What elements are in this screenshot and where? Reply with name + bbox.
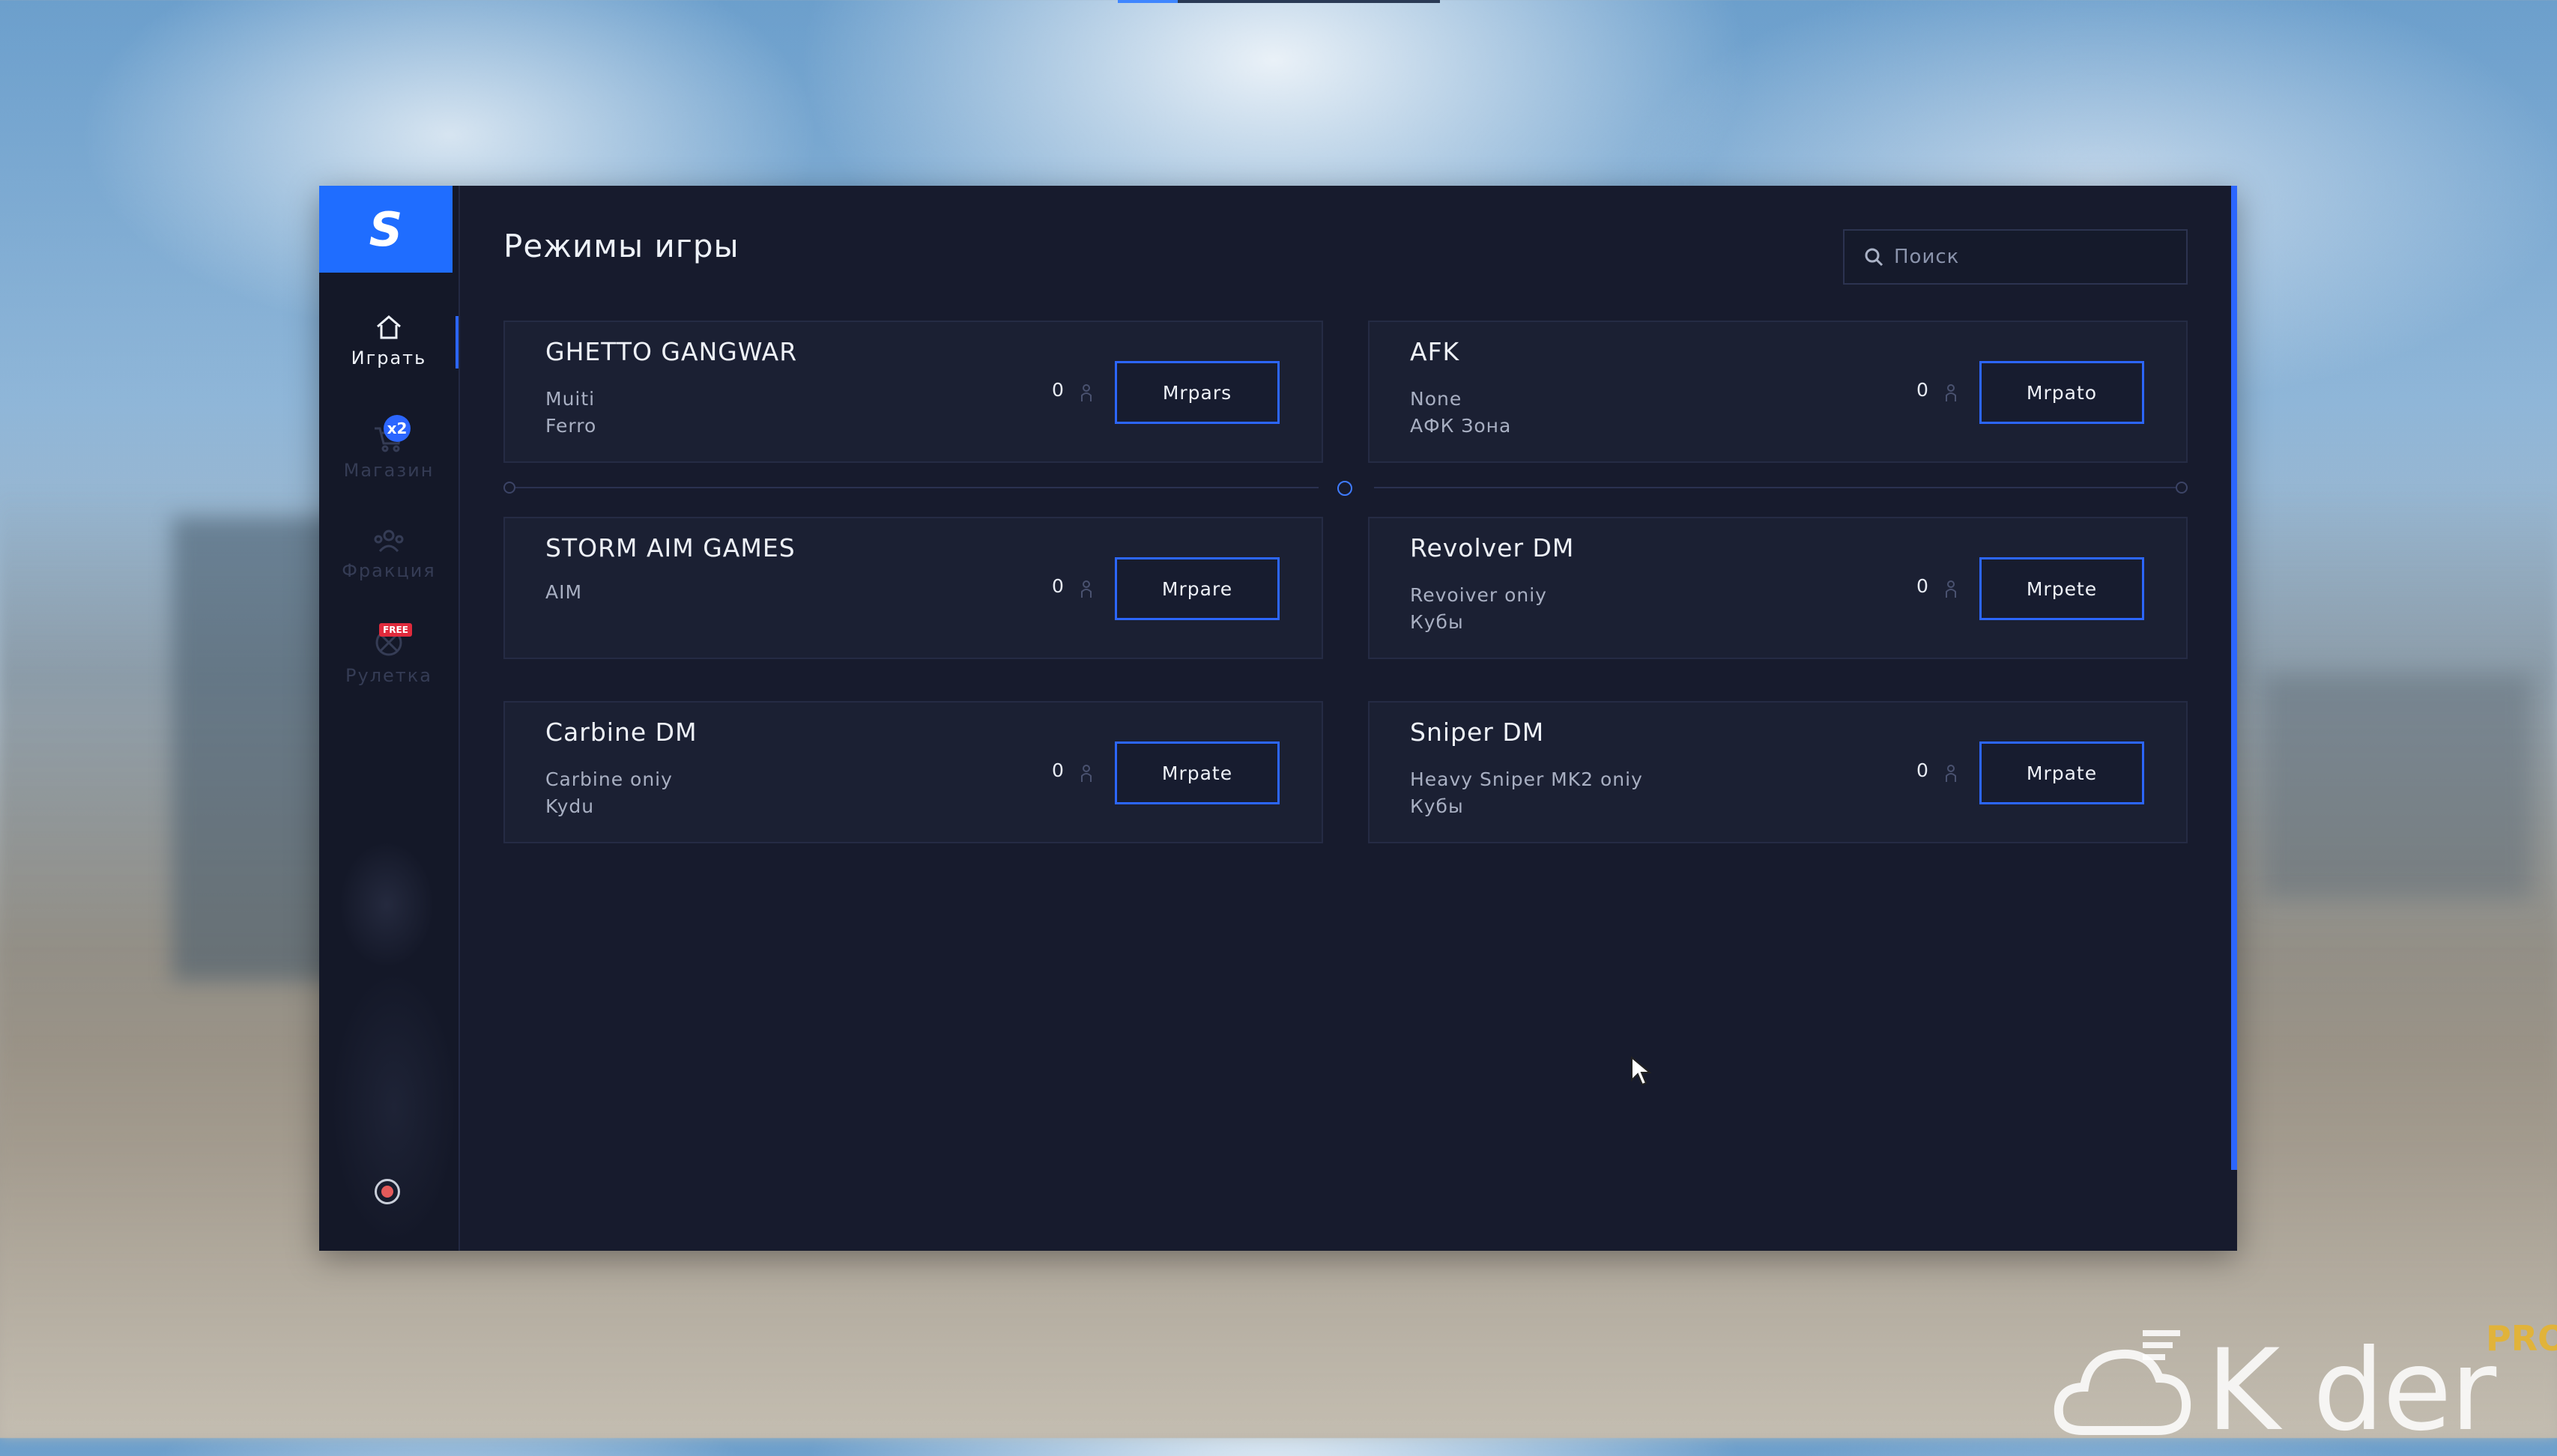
player-count: 0 [1916,759,1928,781]
page-title: Режимы игры [503,228,739,264]
mode-name: GHETTO GANGWAR [545,337,798,366]
sidebar-item-faction[interactable]: Фракция [319,529,459,581]
logo[interactable]: S [319,186,453,273]
mode-name: STORM AIM GAMES [545,533,796,562]
play-button[interactable]: Mrpato [1979,361,2144,424]
search-icon [1865,248,1883,267]
play-button[interactable]: Mrpate [1115,741,1280,804]
mouse-cursor-icon [1631,1056,1651,1086]
search-box[interactable] [1843,229,2188,285]
player-icon [1946,765,1956,782]
mode-name: Carbine DM [545,718,697,747]
mode-weapons: None [1410,388,1462,410]
player-icon [1946,384,1956,401]
scrollbar[interactable] [2231,186,2237,1170]
player-count: 0 [1052,575,1064,597]
mode-name: Sniper DM [1410,718,1545,747]
player-icon [1946,580,1956,598]
player-icon [1081,384,1092,401]
mode-map: Кубы [1410,611,1464,633]
mode-weapons: Revoiver oniy [1410,584,1547,606]
game-modes-window: S Играть x2 Магазин Фракция FREE Рулетка… [319,186,2237,1251]
loading-bar [1118,0,1440,3]
mode-map: АФК Зона [1410,415,1512,437]
mode-card-sniper-dm: Sniper DM Heavy Sniper MK2 oniy Кубы 0 M… [1368,701,2188,843]
cloud-logo-icon [2054,1330,2191,1435]
mode-weapons: Muiti [545,388,596,410]
watermark-tag: PRO [2486,1318,2557,1359]
mode-map: Ferro [545,415,597,437]
play-button[interactable]: Mrpete [1979,557,2144,620]
mode-card-ghetto-gangwar: GHETTO GANGWAR Muiti Ferro 0 Mrpars [503,321,1323,463]
player-count: 0 [1916,575,1928,597]
divider-line [509,487,1319,488]
mode-map: Kydu [545,795,595,817]
sidebar-item-label: Фракция [342,560,436,581]
active-marker [456,316,459,368]
shop-badge: x2 [384,415,411,442]
player-count: 0 [1052,759,1064,781]
watermark: K der PRO [2053,1318,2557,1456]
faction-people-icon [374,530,404,553]
sidebar-item-label: Магазин [343,460,435,481]
player-count: 0 [1916,379,1928,401]
slider-dot[interactable] [2176,482,2188,494]
background-building [2263,674,2532,899]
slider-dot[interactable] [503,482,515,494]
sidebar-item-shop[interactable]: x2 Магазин [319,415,459,481]
watermark-brand: K der [2206,1326,2496,1456]
search-input[interactable] [1892,245,2180,269]
roulette-badge: FREE [379,623,412,637]
player-icon [1081,765,1092,782]
play-button[interactable]: Mrpars [1115,361,1280,424]
mode-weapons: AIM [545,581,583,603]
mode-card-afk: AFK None АФК Зона 0 Mrpato [1368,321,2188,463]
slider-dot-active[interactable] [1337,481,1352,496]
sidebar-item-roulette[interactable]: FREE Рулетка [319,623,459,686]
mode-name: AFK [1410,337,1460,366]
player-icon [1081,580,1092,598]
play-button[interactable]: Mrpate [1979,741,2144,804]
sidebar-item-play[interactable]: Играть [319,315,459,368]
record-icon[interactable] [375,1179,400,1204]
divider-line [1374,487,2183,488]
mode-map: Кубы [1410,795,1464,817]
player-count: 0 [1052,379,1064,401]
mode-name: Revolver DM [1410,533,1575,562]
mode-weapons: Heavy Sniper MK2 oniy [1410,768,1643,790]
home-icon [377,315,401,339]
mode-card-storm-aim-games: STORM AIM GAMES AIM 0 Mrpare [503,517,1323,659]
mode-weapons: Carbine oniy [545,768,673,790]
mode-card-revolver-dm: Revolver DM Revoiver oniy Кубы 0 Mrpete [1368,517,2188,659]
sidebar-item-label: Играть [351,348,427,368]
sidebar-item-label: Рулетка [345,665,432,686]
play-button[interactable]: Mrpare [1115,557,1280,620]
sidebar: S Играть x2 Магазин Фракция FREE Рулетка [319,186,460,1251]
mode-card-carbine-dm: Carbine DM Carbine oniy Kydu 0 Mrpate [503,701,1323,843]
